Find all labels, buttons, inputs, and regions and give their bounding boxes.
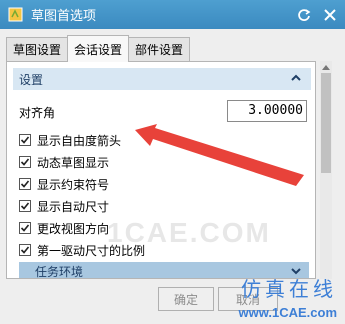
checkbox-label: 更改视图方向	[37, 221, 110, 236]
snap-angle-row: 对齐角 3.00000	[19, 100, 307, 124]
dialog-body: 草图设置 会话设置 部件设置 设置 对齐角 3.00000 显示自由度箭头 动态…	[0, 29, 345, 324]
checkbox-label: 显示约束符号	[37, 177, 110, 192]
chevron-up-icon[interactable]	[289, 71, 303, 85]
snap-angle-label: 对齐角	[19, 106, 56, 120]
checkbox-row[interactable]: 显示约束符号	[19, 174, 109, 194]
checkbox-row[interactable]: 显示自动尺寸	[19, 196, 109, 216]
watermark-text: 1CAE.COM	[107, 217, 271, 248]
reset-icon[interactable]	[297, 8, 311, 22]
task-env-group-title: 任务环境	[35, 264, 84, 279]
checkbox-label: 显示自动尺寸	[37, 199, 110, 214]
brand-url: www.1CAE.com	[238, 305, 337, 320]
snap-angle-input[interactable]: 3.00000	[227, 100, 307, 122]
tab-sketch-settings[interactable]: 草图设置	[6, 37, 69, 61]
checkbox[interactable]	[19, 200, 31, 212]
window-title: 草图首选项	[31, 9, 97, 24]
tab-bar: 草图设置 会话设置 部件设置	[6, 35, 191, 62]
checkbox-row[interactable]: 动态草图显示	[19, 152, 109, 172]
checkbox[interactable]	[19, 222, 31, 234]
scroll-thumb[interactable]	[321, 73, 331, 173]
checkbox[interactable]	[19, 178, 31, 190]
checkbox-label: 动态草图显示	[37, 155, 110, 170]
checkbox[interactable]	[19, 134, 31, 146]
checkbox[interactable]	[19, 156, 31, 168]
checkbox[interactable]	[19, 244, 31, 256]
app-icon	[8, 7, 23, 22]
ok-button[interactable]: 确定	[158, 287, 214, 311]
tab-session-settings[interactable]: 会话设置	[67, 35, 130, 62]
settings-group-header[interactable]: 设置	[13, 68, 311, 90]
close-icon[interactable]	[323, 8, 337, 22]
scrollbar[interactable]	[320, 61, 332, 279]
title-bar: 草图首选项	[0, 0, 345, 29]
brand-name: 仿真在线	[241, 277, 337, 301]
settings-panel: 设置 对齐角 3.00000 显示自由度箭头 动态草图显示 显示约束符号 显示自…	[6, 61, 316, 279]
scroll-up-icon[interactable]	[320, 61, 332, 73]
tab-part-settings[interactable]: 部件设置	[128, 37, 191, 61]
checkbox-label: 显示自由度箭头	[37, 133, 122, 148]
checkbox-row[interactable]: 更改视图方向	[19, 218, 109, 238]
checkbox-row[interactable]: 显示自由度箭头	[19, 130, 121, 150]
settings-group-title: 设置	[19, 72, 44, 87]
